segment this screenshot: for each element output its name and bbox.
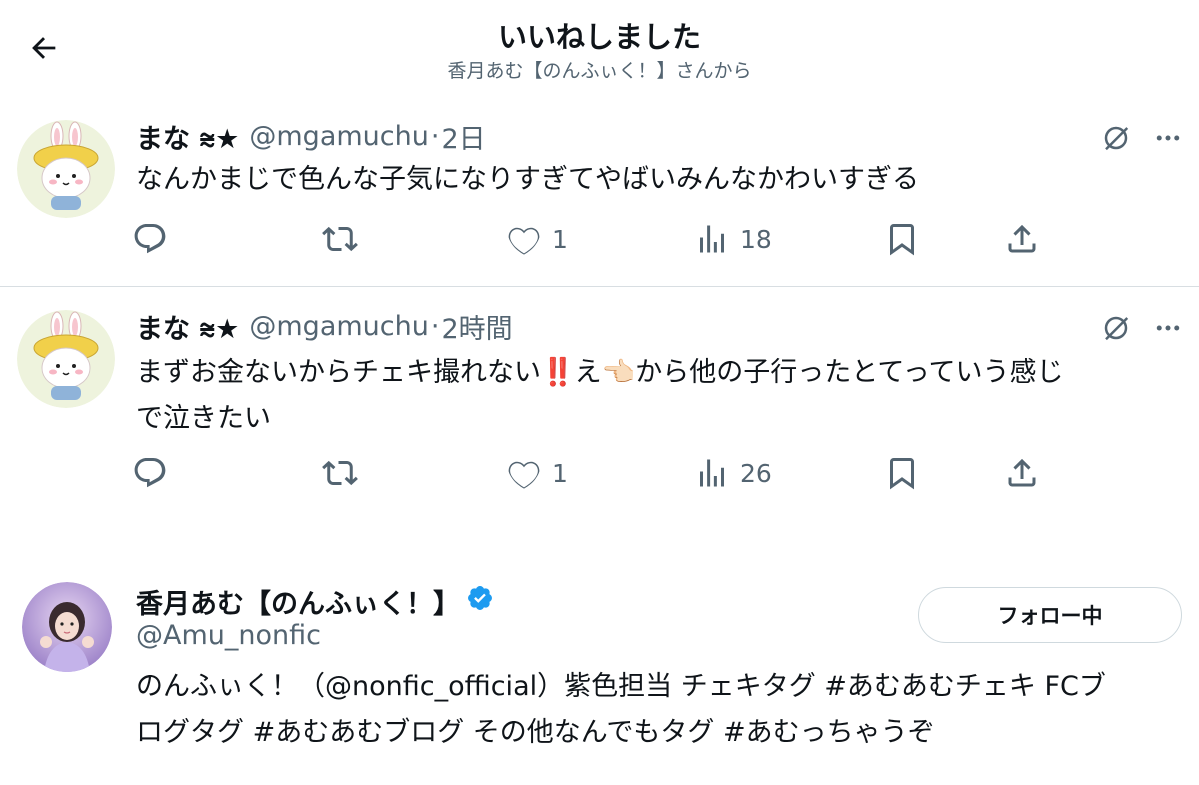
- views-count: 26: [740, 458, 772, 488]
- bookmark-button[interactable]: [884, 219, 920, 259]
- profile-bio: のんふぃく！（@nonfic_official）紫色担当 チェキタグ #あむあむ…: [136, 664, 1176, 756]
- tweet-header: まな ⩬★ @mgamuchu · 2時間: [136, 307, 513, 346]
- like-count: 1: [552, 224, 568, 254]
- more-icon[interactable]: [1150, 310, 1186, 346]
- like-button[interactable]: 1: [506, 453, 568, 493]
- views-count: 18: [740, 224, 772, 254]
- following-button[interactable]: フォロー中: [918, 587, 1182, 643]
- reply-button[interactable]: [132, 219, 168, 259]
- tweet[interactable]: まな ⩬★ @mgamuchu · 2日 なんかまじで色んな子気になりすぎてやば…: [0, 0, 1199, 286]
- reply-button[interactable]: [132, 453, 168, 493]
- retweet-button[interactable]: [322, 453, 358, 493]
- retweet-button[interactable]: [322, 219, 358, 259]
- like-count: 1: [552, 458, 568, 488]
- profile-name-row: 香月あむ【のんふぃく！】: [136, 582, 494, 621]
- bookmark-button[interactable]: [884, 453, 920, 493]
- share-button[interactable]: [1004, 453, 1040, 493]
- reply-icon: [134, 458, 166, 488]
- profile-card: 香月あむ【のんふぃく！】 @Amu_nonfic フォロー中 のんふぃく！（@n…: [0, 527, 1199, 785]
- separator-dot: ·: [430, 121, 440, 152]
- user-handle[interactable]: @mgamuchu: [249, 311, 428, 342]
- profile-bio-line: のんふぃく！（@nonfic_official）紫色担当 チェキタグ #あむあむ…: [136, 671, 1106, 702]
- separator-dot: ·: [430, 311, 440, 342]
- heart-icon: [508, 227, 540, 255]
- tweet-text-line: まずお金ないからチェキ撮れない‼️え👈🏻から他の子行ったとてっていう感じ: [136, 357, 1064, 388]
- profile-handle[interactable]: @Amu_nonfic: [136, 620, 321, 651]
- grok-icon[interactable]: [1098, 120, 1134, 156]
- bookmark-icon: [890, 458, 914, 490]
- tweet-actions: 1 26: [132, 453, 1052, 493]
- tweet-header: まな ⩬★ @mgamuchu · 2日: [136, 117, 486, 156]
- tweet-text: まずお金ないからチェキ撮れない‼️え👈🏻から他の子行ったとてっていう感じ で泣き…: [136, 350, 1176, 442]
- grok-icon[interactable]: [1098, 310, 1134, 346]
- views-icon: [700, 225, 724, 253]
- avatar[interactable]: [17, 310, 115, 408]
- profile-avatar[interactable]: [22, 582, 112, 672]
- views-button[interactable]: 18: [694, 219, 772, 259]
- bookmark-icon: [890, 224, 914, 256]
- timestamp[interactable]: 2時間: [441, 307, 512, 346]
- verified-badge-icon: [466, 584, 494, 619]
- tweet-text-line: で泣きたい: [136, 403, 271, 434]
- profile-name[interactable]: 香月あむ【のんふぃく！】: [136, 582, 460, 621]
- display-name[interactable]: まな ⩬★: [136, 307, 239, 346]
- profile-handle-row: @Amu_nonfic: [136, 620, 321, 651]
- share-icon: [1008, 458, 1036, 487]
- timestamp[interactable]: 2日: [441, 117, 485, 156]
- heart-icon: [508, 461, 540, 489]
- views-button[interactable]: 26: [694, 453, 772, 493]
- tweet-text: なんかまじで色んな子気になりすぎてやばいみんなかわいすぎる: [136, 164, 919, 195]
- like-button[interactable]: 1: [506, 219, 568, 259]
- reply-icon: [134, 224, 166, 254]
- avatar[interactable]: [17, 120, 115, 218]
- display-name[interactable]: まな ⩬★: [136, 117, 239, 156]
- user-handle[interactable]: @mgamuchu: [249, 121, 428, 152]
- tweet-actions: 1 18: [132, 219, 1052, 259]
- share-icon: [1008, 224, 1036, 253]
- share-button[interactable]: [1004, 219, 1040, 259]
- tweet[interactable]: まな ⩬★ @mgamuchu · 2時間 まずお金ないからチェキ撮れない‼️え…: [0, 287, 1199, 527]
- retweet-icon: [322, 460, 358, 486]
- views-icon: [700, 459, 724, 487]
- retweet-icon: [322, 226, 358, 252]
- more-icon[interactable]: [1150, 120, 1186, 156]
- profile-bio-line: ログタグ #あむあむブログ その他なんでもタグ #あむっちゃうぞ: [136, 717, 935, 748]
